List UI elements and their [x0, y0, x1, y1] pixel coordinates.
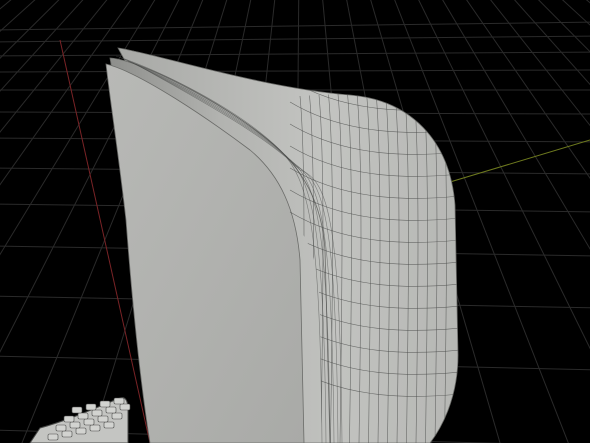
keyboard-corner[interactable] [29, 397, 131, 443]
keyboard-key [103, 421, 115, 429]
grid-line [0, 69, 590, 73]
keyboard-key [71, 406, 83, 414]
keyboard-key [111, 412, 123, 420]
keyboard-key [85, 403, 97, 411]
keyboard-key [83, 418, 95, 426]
keyboard-key [119, 403, 131, 411]
monitor-shell[interactable] [105, 47, 460, 443]
3d-viewport[interactable] [0, 0, 590, 443]
keyboard-key [97, 415, 109, 423]
keyboard-key [55, 424, 67, 432]
grid-line [0, 51, 590, 57]
keyboard-key [91, 409, 103, 417]
keyboard-key [63, 415, 75, 423]
keyboard-key [47, 433, 59, 441]
grid-line [0, 35, 590, 43]
keyboard-key [113, 397, 125, 405]
keyboard-key [105, 406, 117, 414]
keyboard-key [69, 421, 81, 429]
keyboard-key [75, 427, 87, 435]
keyboard-key [99, 400, 111, 408]
keyboard-key [89, 424, 101, 432]
keyboard-key [61, 430, 73, 438]
viewport-canvas[interactable] [0, 0, 590, 443]
keyboard-key [77, 412, 89, 420]
